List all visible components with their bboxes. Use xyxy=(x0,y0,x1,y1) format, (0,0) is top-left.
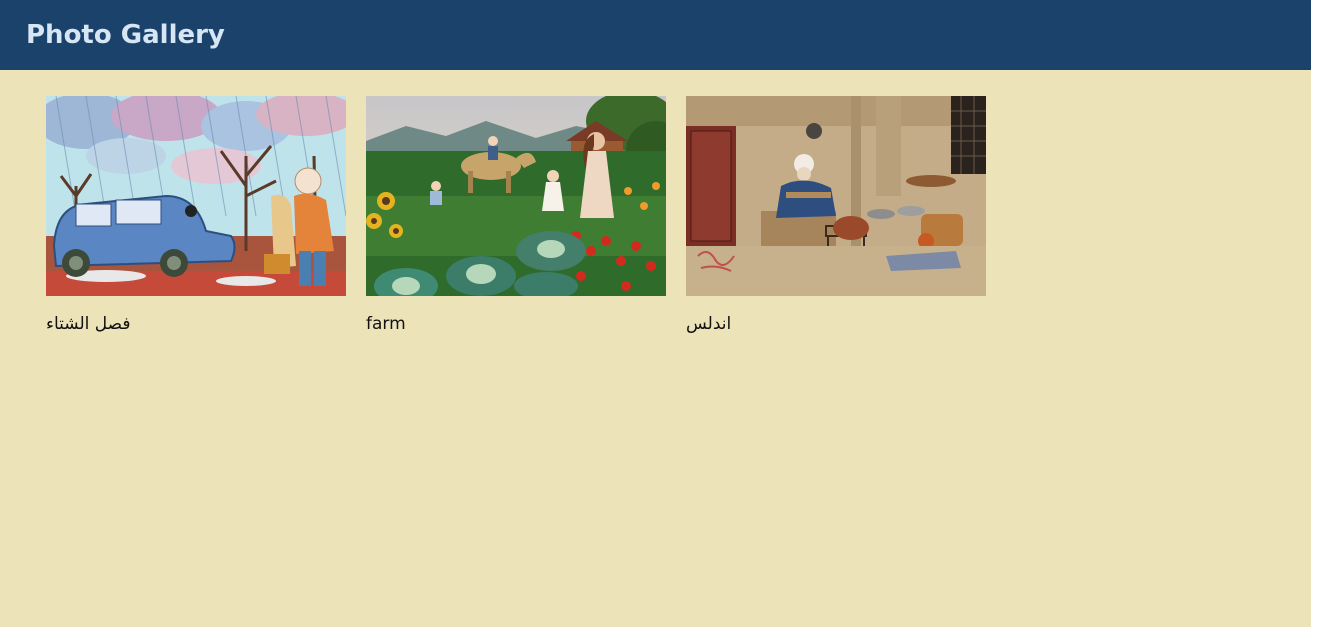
gallery-image-winter[interactable] xyxy=(46,96,346,296)
gallery-item-farm[interactable]: farm xyxy=(366,96,666,335)
gallery-caption-farm: farm xyxy=(366,314,406,334)
page-title: Photo Gallery xyxy=(26,20,225,50)
page: Photo Gallery فصل الشتاء farm اندلس xyxy=(0,0,1311,627)
header-bar: Photo Gallery xyxy=(0,0,1311,70)
gallery-image-farm[interactable] xyxy=(366,96,666,296)
gallery-caption-andalus: اندلس xyxy=(686,314,732,334)
gallery-item-winter[interactable]: فصل الشتاء xyxy=(46,96,346,335)
gallery-image-andalus[interactable] xyxy=(686,96,986,296)
gallery-caption-winter: فصل الشتاء xyxy=(46,314,131,334)
gallery-item-andalus[interactable]: اندلس xyxy=(686,96,986,335)
